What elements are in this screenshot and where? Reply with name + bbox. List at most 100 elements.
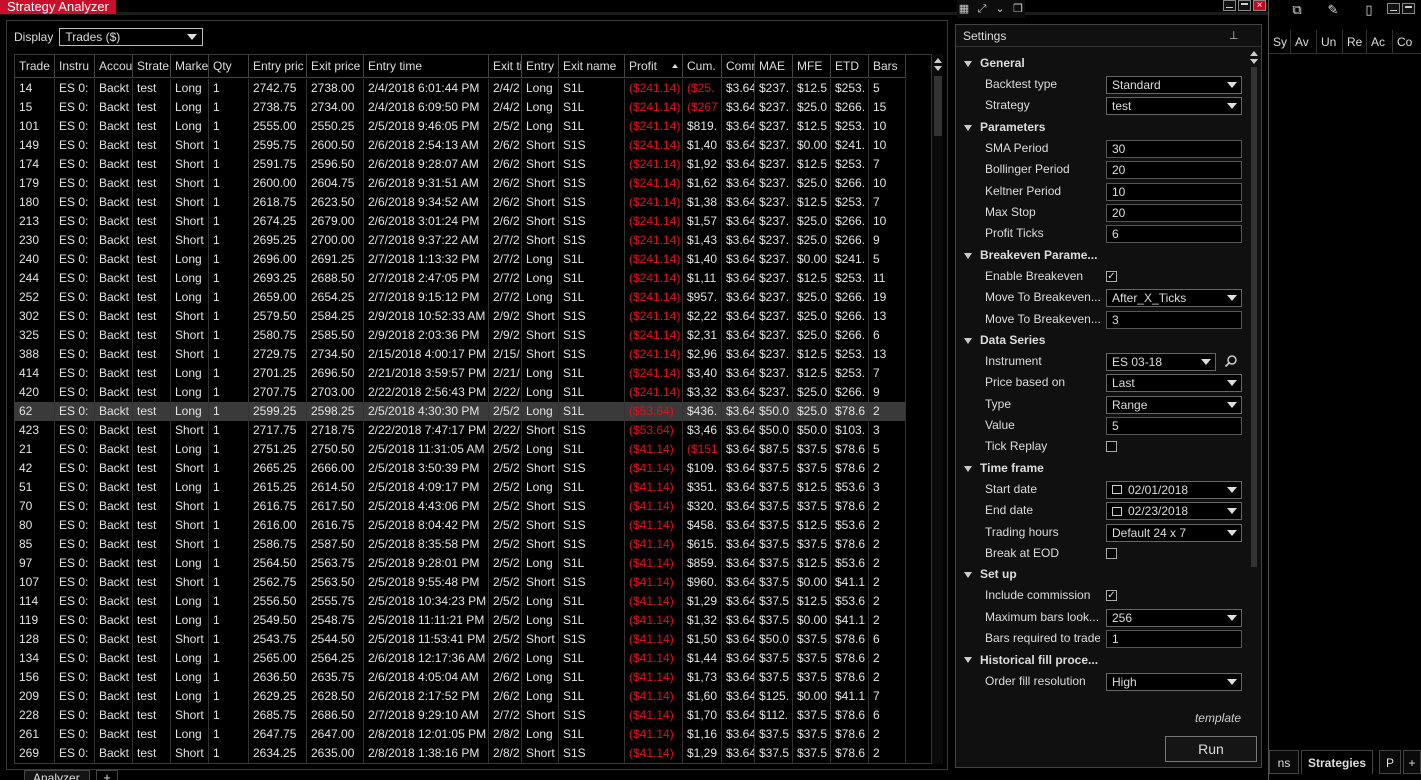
- table-row[interactable]: 261 ES 0: Backt test Long 1 2647.75 2647.00 2/8/…: [15, 725, 906, 744]
- table-row[interactable]: 101 ES 0: Backt test Long 1 2555.00 2550.25 2/5/…: [15, 117, 906, 136]
- column-header[interactable]: Accou: [95, 55, 133, 78]
- property-checkbox[interactable]: ✓: [1106, 270, 1117, 282]
- scroll-up-icon[interactable]: [1250, 51, 1258, 56]
- right-column-header[interactable]: Sy: [1269, 30, 1291, 54]
- property-input[interactable]: 20: [1106, 203, 1242, 222]
- add-tab-button[interactable]: +: [96, 770, 118, 780]
- property-checkbox[interactable]: [1106, 548, 1117, 560]
- settings-section[interactable]: Set up: [956, 564, 1251, 585]
- column-header[interactable]: Marke: [171, 55, 209, 78]
- window-link-icon[interactable]: ❐: [1011, 2, 1025, 16]
- right-tab[interactable]: P: [1379, 750, 1401, 774]
- grid-scrollbar[interactable]: [931, 54, 943, 764]
- property-dropdown[interactable]: High: [1106, 672, 1242, 691]
- property-checkbox[interactable]: ✓: [1106, 590, 1117, 602]
- property-date-picker[interactable]: 02/01/2018: [1106, 480, 1242, 499]
- table-row[interactable]: 252 ES 0: Backt test Long 1 2659.00 2654.25 2/7/…: [15, 288, 906, 307]
- right-tab[interactable]: ns: [1269, 750, 1299, 774]
- table-row[interactable]: 180 ES 0: Backt test Short 1 2618.75 2623.50 2/6…: [15, 193, 906, 212]
- column-header[interactable]: Bars: [869, 55, 906, 78]
- column-header[interactable]: MFE: [793, 55, 831, 78]
- table-row[interactable]: 128 ES 0: Backt test Short 1 2543.75 2544.50 2/5…: [15, 630, 906, 649]
- column-header[interactable]: ETD: [831, 55, 869, 78]
- table-row[interactable]: 85 ES 0: Backt test Short 1 2586.75 2587.50 2/5/…: [15, 535, 906, 554]
- property-date-picker[interactable]: 02/23/2018: [1106, 502, 1242, 521]
- table-row[interactable]: 240 ES 0: Backt test Long 1 2696.00 2691.25 2/7/…: [15, 250, 906, 269]
- column-header[interactable]: Exit price: [307, 55, 364, 78]
- property-input[interactable]: 10: [1106, 182, 1242, 201]
- collapse-icon[interactable]: [964, 657, 972, 664]
- scroll-thumb[interactable]: [1251, 67, 1257, 567]
- right-column-header[interactable]: Un: [1317, 30, 1343, 54]
- column-header[interactable]: Entry: [522, 55, 559, 78]
- grid-icon[interactable]: ▦: [957, 2, 971, 16]
- table-row[interactable]: 174 ES 0: Backt test Short 1 2591.75 2596.50 2/6…: [15, 155, 906, 174]
- run-button[interactable]: Run: [1165, 736, 1257, 762]
- column-header[interactable]: Strate: [133, 55, 171, 78]
- table-row[interactable]: 179 ES 0: Backt test Short 1 2600.00 2604.75 2/6…: [15, 174, 906, 193]
- table-row[interactable]: 70 ES 0: Backt test Short 1 2616.75 2617.50 2/5/…: [15, 497, 906, 516]
- table-row[interactable]: 42 ES 0: Backt test Short 1 2665.25 2666.00 2/5/…: [15, 459, 906, 478]
- tab-analyzer[interactable]: Analyzer: [24, 770, 90, 780]
- table-row[interactable]: 228 ES 0: Backt test Short 1 2685.75 2686.50 2/7…: [15, 706, 906, 725]
- right-tab[interactable]: Strategies: [1301, 750, 1373, 774]
- table-row[interactable]: 388 ES 0: Backt test Short 1 2729.75 2734.50 2/1…: [15, 345, 906, 364]
- search-icon[interactable]: [1224, 354, 1238, 368]
- settings-section[interactable]: Historical fill proce...: [956, 650, 1251, 671]
- table-row[interactable]: 51 ES 0: Backt test Long 1 2615.25 2614.50 2/5/2…: [15, 478, 906, 497]
- property-checkbox[interactable]: [1106, 441, 1117, 453]
- property-dropdown[interactable]: Last: [1106, 374, 1242, 393]
- column-header[interactable]: Exit ti: [489, 55, 522, 78]
- column-header[interactable]: Instru: [55, 55, 95, 78]
- column-header[interactable]: Comr: [722, 55, 755, 78]
- template-link[interactable]: template: [1195, 711, 1241, 725]
- expand-icon[interactable]: ⤢: [975, 2, 989, 16]
- collapse-icon[interactable]: [964, 60, 972, 67]
- maximize-button[interactable]: [1238, 0, 1251, 11]
- table-row[interactable]: 97 ES 0: Backt test Long 1 2564.50 2563.75 2/5/2…: [15, 554, 906, 573]
- table-row[interactable]: 107 ES 0: Backt test Short 1 2562.75 2563.50 2/5…: [15, 573, 906, 592]
- right-column-header[interactable]: Av: [1291, 30, 1317, 54]
- column-header[interactable]: Profit: [625, 55, 683, 78]
- property-dropdown[interactable]: ES 03-18: [1106, 352, 1216, 371]
- column-header[interactable]: Cum.: [683, 55, 722, 78]
- table-row[interactable]: 156 ES 0: Backt test Long 1 2636.50 2635.75 2/6/…: [15, 668, 906, 687]
- property-dropdown[interactable]: Default 24 x 7: [1106, 523, 1242, 542]
- document-icon[interactable]: ▯: [1361, 2, 1377, 18]
- tools-icon[interactable]: ✎: [1325, 2, 1341, 18]
- property-dropdown[interactable]: test: [1106, 97, 1242, 116]
- settings-section[interactable]: Breakeven Parame...: [956, 245, 1251, 266]
- table-row[interactable]: 21 ES 0: Backt test Long 1 2751.25 2750.50 2/5/2…: [15, 440, 906, 459]
- property-dropdown[interactable]: After_X_Ticks: [1106, 289, 1242, 308]
- minimize-button[interactable]: [1387, 3, 1400, 14]
- collapse-icon[interactable]: [964, 252, 972, 259]
- settings-section[interactable]: Data Series: [956, 330, 1251, 351]
- table-row[interactable]: 149 ES 0: Backt test Short 1 2595.75 2600.50 2/6…: [15, 136, 906, 155]
- right-column-header[interactable]: Ac: [1367, 30, 1393, 54]
- table-row[interactable]: 325 ES 0: Backt test Short 1 2580.75 2585.50 2/9…: [15, 326, 906, 345]
- table-row[interactable]: 269 ES 0: Backt test Short 1 2634.25 2635.00 2/8…: [15, 744, 906, 763]
- table-row[interactable]: 213 ES 0: Backt test Short 1 2674.25 2679.00 2/6…: [15, 212, 906, 231]
- table-row[interactable]: 80 ES 0: Backt test Short 1 2616.00 2616.75 2/5/…: [15, 516, 906, 535]
- pin-icon[interactable]: ⊥: [1229, 29, 1239, 42]
- minimize-button[interactable]: [1223, 0, 1236, 11]
- right-column-header[interactable]: Re: [1343, 30, 1367, 54]
- column-header[interactable]: MAE: [755, 55, 793, 78]
- new-window-icon[interactable]: ⧉: [1289, 2, 1305, 18]
- table-row[interactable]: 423 ES 0: Backt test Short 1 2717.75 2718.75 2/2…: [15, 421, 906, 440]
- column-header[interactable]: Entry time: [364, 55, 489, 78]
- property-dropdown[interactable]: 256: [1106, 608, 1242, 627]
- table-row[interactable]: 15 ES 0: Backt test Long 1 2738.75 2734.00 2/4/2…: [15, 98, 906, 117]
- display-select[interactable]: Trades ($): [59, 28, 204, 46]
- property-input[interactable]: 5: [1106, 417, 1242, 436]
- property-input[interactable]: 6: [1106, 225, 1242, 244]
- property-dropdown[interactable]: Standard: [1106, 76, 1242, 94]
- table-row[interactable]: 420 ES 0: Backt test Long 1 2707.75 2703.00 2/22…: [15, 383, 906, 402]
- property-dropdown[interactable]: Range: [1106, 395, 1242, 414]
- collapse-icon[interactable]: [964, 572, 972, 579]
- property-input[interactable]: 20: [1106, 161, 1242, 180]
- property-input[interactable]: 30: [1106, 139, 1242, 158]
- column-header[interactable]: Exit name: [559, 55, 625, 78]
- table-row[interactable]: 230 ES 0: Backt test Short 1 2695.25 2700.00 2/7…: [15, 231, 906, 250]
- settings-section[interactable]: Parameters: [956, 117, 1251, 138]
